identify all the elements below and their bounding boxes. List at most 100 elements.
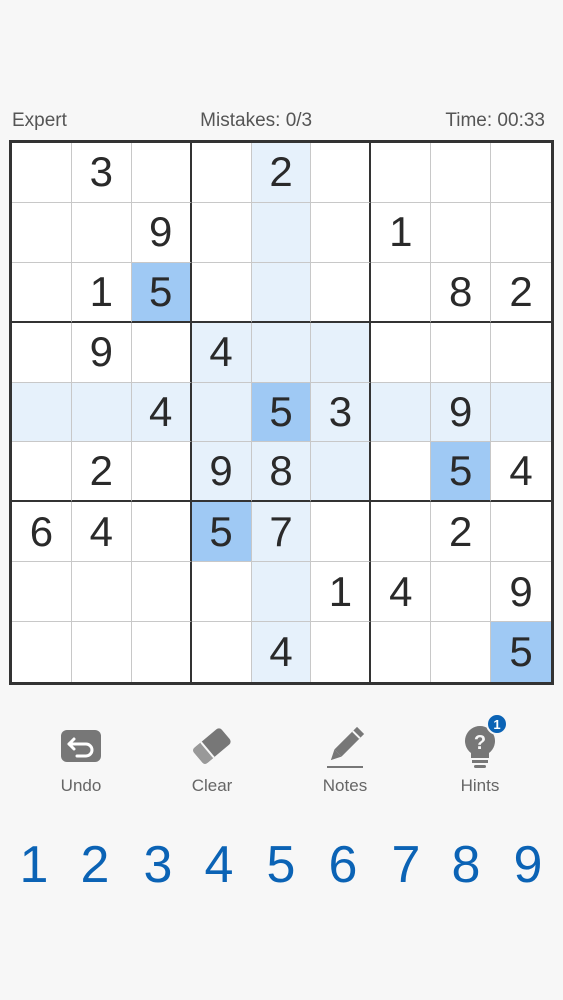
- sudoku-cell[interactable]: 2: [71, 442, 132, 503]
- sudoku-cell[interactable]: [191, 382, 252, 443]
- hints-button[interactable]: ? 1 Hints: [430, 713, 530, 796]
- sudoku-cell[interactable]: 5: [131, 262, 192, 323]
- sudoku-cell[interactable]: 2: [491, 262, 551, 323]
- sudoku-cell[interactable]: [251, 322, 312, 383]
- sudoku-cell[interactable]: [71, 202, 132, 263]
- clear-label: Clear: [191, 776, 233, 795]
- sudoku-cell[interactable]: 8: [431, 262, 492, 323]
- sudoku-cell[interactable]: 3: [71, 143, 132, 203]
- sudoku-cell[interactable]: 2: [251, 143, 312, 203]
- number-key-3[interactable]: 3: [133, 830, 183, 900]
- sudoku-cell[interactable]: [131, 562, 192, 623]
- sudoku-cell[interactable]: 9: [131, 202, 192, 263]
- sudoku-cell[interactable]: [131, 502, 192, 563]
- number-key-4[interactable]: 4: [194, 830, 244, 900]
- sudoku-cell[interactable]: 8: [251, 442, 312, 503]
- sudoku-cell[interactable]: [311, 202, 372, 263]
- sudoku-cell[interactable]: 1: [311, 562, 372, 623]
- sudoku-cell[interactable]: [311, 143, 372, 203]
- sudoku-cell[interactable]: [12, 382, 72, 443]
- sudoku-cell[interactable]: [311, 622, 372, 682]
- sudoku-cell[interactable]: [371, 262, 432, 323]
- sudoku-cell[interactable]: [191, 143, 252, 203]
- sudoku-cell[interactable]: [131, 442, 192, 503]
- lightbulb-icon: ? 1: [456, 713, 508, 770]
- sudoku-cell[interactable]: 5: [491, 622, 551, 682]
- sudoku-cell[interactable]: [131, 322, 192, 383]
- sudoku-cell[interactable]: 4: [251, 622, 312, 682]
- notes-button[interactable]: Notes: [295, 722, 395, 796]
- sudoku-cell[interactable]: [12, 202, 72, 263]
- sudoku-cell[interactable]: 9: [191, 442, 252, 503]
- sudoku-cell[interactable]: [371, 382, 432, 443]
- sudoku-cell[interactable]: [131, 143, 192, 203]
- undo-label: Undo: [60, 776, 102, 795]
- sudoku-cell[interactable]: [431, 143, 492, 203]
- sudoku-cell[interactable]: [12, 143, 72, 203]
- toolbar: Undo Clear Notes ? 1 Hints: [0, 713, 563, 802]
- sudoku-cell[interactable]: [12, 322, 72, 383]
- sudoku-cell[interactable]: [491, 502, 551, 563]
- number-key-8[interactable]: 8: [441, 830, 491, 900]
- undo-button[interactable]: Undo: [31, 722, 131, 796]
- sudoku-cell[interactable]: 4: [371, 562, 432, 623]
- clear-button[interactable]: Clear: [162, 722, 262, 796]
- sudoku-cell[interactable]: 1: [71, 262, 132, 323]
- sudoku-cell[interactable]: 4: [191, 322, 252, 383]
- sudoku-cell[interactable]: [191, 262, 252, 323]
- sudoku-cell[interactable]: 7: [251, 502, 312, 563]
- sudoku-cell[interactable]: [12, 442, 72, 503]
- sudoku-cell[interactable]: 1: [371, 202, 432, 263]
- sudoku-cell[interactable]: [251, 202, 312, 263]
- sudoku-cell[interactable]: [311, 502, 372, 563]
- sudoku-cell[interactable]: 2: [431, 502, 492, 563]
- sudoku-cell[interactable]: [371, 322, 432, 383]
- sudoku-cell[interactable]: [371, 502, 432, 563]
- number-key-2[interactable]: 2: [70, 830, 120, 900]
- sudoku-cell[interactable]: [12, 562, 72, 623]
- sudoku-cell[interactable]: [251, 262, 312, 323]
- mistakes-counter: Mistakes: 0/3: [200, 110, 313, 131]
- sudoku-cell[interactable]: 6: [12, 502, 72, 563]
- sudoku-cell[interactable]: [71, 382, 132, 443]
- sudoku-cell[interactable]: [12, 622, 72, 682]
- sudoku-cell[interactable]: 5: [251, 382, 312, 443]
- sudoku-cell[interactable]: [371, 622, 432, 682]
- sudoku-cell[interactable]: [491, 382, 551, 443]
- timer: Time: 00:33: [445, 110, 545, 131]
- number-key-6[interactable]: 6: [318, 830, 368, 900]
- sudoku-cell[interactable]: 5: [431, 442, 492, 503]
- sudoku-cell[interactable]: [311, 262, 372, 323]
- sudoku-cell[interactable]: 4: [131, 382, 192, 443]
- sudoku-cell[interactable]: [131, 622, 192, 682]
- sudoku-cell[interactable]: [71, 562, 132, 623]
- sudoku-cell[interactable]: [191, 622, 252, 682]
- number-key-1[interactable]: 1: [9, 830, 59, 900]
- sudoku-cell[interactable]: [251, 562, 312, 623]
- sudoku-cell[interactable]: [431, 622, 492, 682]
- sudoku-cell[interactable]: [191, 562, 252, 623]
- number-key-5[interactable]: 5: [256, 830, 306, 900]
- sudoku-cell[interactable]: 4: [491, 442, 551, 503]
- sudoku-cell[interactable]: [431, 202, 492, 263]
- number-key-9[interactable]: 9: [503, 830, 553, 900]
- sudoku-cell[interactable]: [491, 202, 551, 263]
- sudoku-cell[interactable]: [371, 442, 432, 503]
- sudoku-cell[interactable]: [491, 322, 551, 383]
- sudoku-cell[interactable]: 5: [191, 502, 252, 563]
- sudoku-cell[interactable]: [371, 143, 432, 203]
- sudoku-cell[interactable]: [431, 322, 492, 383]
- sudoku-cell[interactable]: 4: [71, 502, 132, 563]
- sudoku-cell[interactable]: [311, 442, 372, 503]
- sudoku-cell[interactable]: 9: [71, 322, 132, 383]
- sudoku-cell[interactable]: [311, 322, 372, 383]
- sudoku-cell[interactable]: [12, 262, 72, 323]
- sudoku-cell[interactable]: [431, 562, 492, 623]
- sudoku-cell[interactable]: 9: [431, 382, 492, 443]
- sudoku-cell[interactable]: [191, 202, 252, 263]
- sudoku-cell[interactable]: [491, 143, 551, 203]
- sudoku-cell[interactable]: [71, 622, 132, 682]
- sudoku-cell[interactable]: 9: [491, 562, 551, 623]
- sudoku-cell[interactable]: 3: [311, 382, 372, 443]
- number-key-7[interactable]: 7: [381, 830, 431, 900]
